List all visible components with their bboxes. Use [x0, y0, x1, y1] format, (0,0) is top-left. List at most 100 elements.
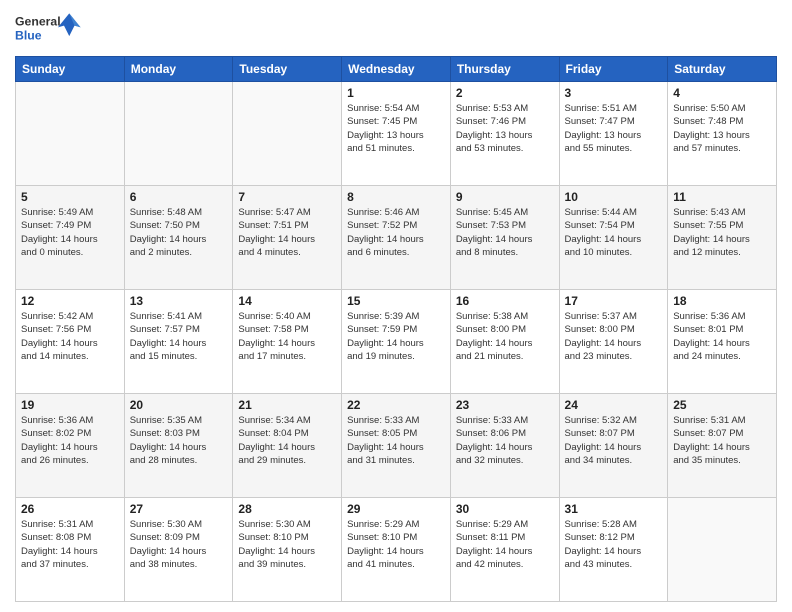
day-info: Sunrise: 5:45 AMSunset: 7:53 PMDaylight:…: [456, 206, 554, 259]
day-number: 1: [347, 86, 445, 100]
day-info: Sunrise: 5:50 AMSunset: 7:48 PMDaylight:…: [673, 102, 771, 155]
calendar-cell: 8Sunrise: 5:46 AMSunset: 7:52 PMDaylight…: [342, 186, 451, 290]
calendar-cell: 14 Sunrise: 5:40 AMSunset: 7:58 PMDayligh…: [233, 290, 342, 394]
day-number: 14: [238, 294, 336, 308]
day-number: 20: [130, 398, 228, 412]
calendar-cell: 30 Sunrise: 5:29 AMSunset: 8:11 PMDayligh…: [450, 498, 559, 602]
calendar-week-row: 26Sunrise: 5:31 AMSunset: 8:08 PMDayligh…: [16, 498, 777, 602]
day-number: 18: [673, 294, 771, 308]
day-info: Sunrise: 5:39 AMSunset: 7:59 PMDaylight:…: [347, 310, 445, 363]
day-number: 16: [456, 294, 554, 308]
day-number: 25: [673, 398, 771, 412]
calendar-cell: 16 Sunrise: 5:38 AMSunset: 8:00 PMDayligh…: [450, 290, 559, 394]
calendar-cell: 12 Sunrise: 5:42 AMSunset: 7:56 PMDayligh…: [16, 290, 125, 394]
day-info: Sunrise: 5:48 AMSunset: 7:50 PMDaylight:…: [130, 206, 228, 259]
calendar-cell: 21 Sunrise: 5:34 AMSunset: 8:04 PMDayligh…: [233, 394, 342, 498]
calendar-cell: 5 Sunrise: 5:49 AMSunset: 7:49 PMDaylight…: [16, 186, 125, 290]
day-info: Sunrise: 5:42 AMSunset: 7:56 PMDaylight:…: [21, 310, 119, 363]
day-info: Sunrise: 5:49 AMSunset: 7:49 PMDaylight:…: [21, 206, 119, 259]
calendar-cell: [668, 498, 777, 602]
day-info: Sunrise: 5:33 AMSunset: 8:06 PMDaylight:…: [456, 414, 554, 467]
weekday-header-friday: Friday: [559, 57, 668, 82]
day-info: Sunrise: 5:41 AMSunset: 7:57 PMDaylight:…: [130, 310, 228, 363]
calendar-week-row: 1 Sunrise: 5:54 AMSunset: 7:45 PMDaylight…: [16, 82, 777, 186]
day-number: 28: [238, 502, 336, 516]
calendar-cell: 24 Sunrise: 5:32 AMSunset: 8:07 PMDayligh…: [559, 394, 668, 498]
day-info: Sunrise: 5:30 AMSunset: 8:10 PMDaylight:…: [238, 518, 336, 571]
page: General Blue SundayMondayTuesdayWednesda…: [0, 0, 792, 612]
day-number: 27: [130, 502, 228, 516]
day-info: Sunrise: 5:43 AMSunset: 7:55 PMDaylight:…: [673, 206, 771, 259]
calendar-cell: 19Sunrise: 5:36 AMSunset: 8:02 PMDayligh…: [16, 394, 125, 498]
day-number: 15: [347, 294, 445, 308]
day-number: 26: [21, 502, 119, 516]
weekday-header-thursday: Thursday: [450, 57, 559, 82]
logo: General Blue: [15, 10, 85, 50]
day-info: Sunrise: 5:40 AMSunset: 7:58 PMDaylight:…: [238, 310, 336, 363]
header: General Blue: [15, 10, 777, 50]
day-info: Sunrise: 5:46 AMSunset: 7:52 PMDaylight:…: [347, 206, 445, 259]
calendar-cell: 2 Sunrise: 5:53 AMSunset: 7:46 PMDaylight…: [450, 82, 559, 186]
weekday-header-tuesday: Tuesday: [233, 57, 342, 82]
weekday-header-row: SundayMondayTuesdayWednesdayThursdayFrid…: [16, 57, 777, 82]
calendar-cell: [233, 82, 342, 186]
day-info: Sunrise: 5:34 AMSunset: 8:04 PMDaylight:…: [238, 414, 336, 467]
logo-svg: General Blue: [15, 10, 85, 50]
day-number: 6: [130, 190, 228, 204]
day-number: 11: [673, 190, 771, 204]
day-info: Sunrise: 5:53 AMSunset: 7:46 PMDaylight:…: [456, 102, 554, 155]
calendar-cell: 11 Sunrise: 5:43 AMSunset: 7:55 PMDayligh…: [668, 186, 777, 290]
calendar-cell: 6 Sunrise: 5:48 AMSunset: 7:50 PMDaylight…: [124, 186, 233, 290]
day-info: Sunrise: 5:51 AMSunset: 7:47 PMDaylight:…: [565, 102, 663, 155]
day-number: 3: [565, 86, 663, 100]
day-info: Sunrise: 5:38 AMSunset: 8:00 PMDaylight:…: [456, 310, 554, 363]
day-info: Sunrise: 5:36 AMSunset: 8:02 PMDaylight:…: [21, 414, 119, 467]
day-number: 21: [238, 398, 336, 412]
calendar-week-row: 19Sunrise: 5:36 AMSunset: 8:02 PMDayligh…: [16, 394, 777, 498]
day-number: 5: [21, 190, 119, 204]
calendar-week-row: 12 Sunrise: 5:42 AMSunset: 7:56 PMDayligh…: [16, 290, 777, 394]
svg-text:General: General: [15, 15, 61, 29]
calendar-cell: 20 Sunrise: 5:35 AMSunset: 8:03 PMDayligh…: [124, 394, 233, 498]
calendar-cell: 31 Sunrise: 5:28 AMSunset: 8:12 PMDayligh…: [559, 498, 668, 602]
day-info: Sunrise: 5:30 AMSunset: 8:09 PMDaylight:…: [130, 518, 228, 571]
day-info: Sunrise: 5:37 AMSunset: 8:00 PMDaylight:…: [565, 310, 663, 363]
calendar-cell: 4Sunrise: 5:50 AMSunset: 7:48 PMDaylight…: [668, 82, 777, 186]
day-number: 24: [565, 398, 663, 412]
calendar-cell: 9Sunrise: 5:45 AMSunset: 7:53 PMDaylight…: [450, 186, 559, 290]
day-info: Sunrise: 5:54 AMSunset: 7:45 PMDaylight:…: [347, 102, 445, 155]
calendar-cell: 1 Sunrise: 5:54 AMSunset: 7:45 PMDaylight…: [342, 82, 451, 186]
weekday-header-sunday: Sunday: [16, 57, 125, 82]
calendar-table: SundayMondayTuesdayWednesdayThursdayFrid…: [15, 56, 777, 602]
day-number: 12: [21, 294, 119, 308]
day-info: Sunrise: 5:29 AMSunset: 8:11 PMDaylight:…: [456, 518, 554, 571]
day-number: 13: [130, 294, 228, 308]
day-info: Sunrise: 5:29 AMSunset: 8:10 PMDaylight:…: [347, 518, 445, 571]
day-info: Sunrise: 5:47 AMSunset: 7:51 PMDaylight:…: [238, 206, 336, 259]
calendar-cell: 28 Sunrise: 5:30 AMSunset: 8:10 PMDayligh…: [233, 498, 342, 602]
day-info: Sunrise: 5:35 AMSunset: 8:03 PMDaylight:…: [130, 414, 228, 467]
day-info: Sunrise: 5:28 AMSunset: 8:12 PMDaylight:…: [565, 518, 663, 571]
day-number: 2: [456, 86, 554, 100]
day-number: 7: [238, 190, 336, 204]
calendar-week-row: 5 Sunrise: 5:49 AMSunset: 7:49 PMDaylight…: [16, 186, 777, 290]
svg-text:Blue: Blue: [15, 29, 42, 43]
calendar-cell: [124, 82, 233, 186]
calendar-cell: 23Sunrise: 5:33 AMSunset: 8:06 PMDayligh…: [450, 394, 559, 498]
day-number: 29: [347, 502, 445, 516]
day-info: Sunrise: 5:31 AMSunset: 8:07 PMDaylight:…: [673, 414, 771, 467]
calendar-cell: 7 Sunrise: 5:47 AMSunset: 7:51 PMDaylight…: [233, 186, 342, 290]
calendar-cell: 15 Sunrise: 5:39 AMSunset: 7:59 PMDayligh…: [342, 290, 451, 394]
day-number: 22: [347, 398, 445, 412]
day-info: Sunrise: 5:33 AMSunset: 8:05 PMDaylight:…: [347, 414, 445, 467]
calendar-cell: 13 Sunrise: 5:41 AMSunset: 7:57 PMDayligh…: [124, 290, 233, 394]
calendar-cell: 25 Sunrise: 5:31 AMSunset: 8:07 PMDayligh…: [668, 394, 777, 498]
day-info: Sunrise: 5:44 AMSunset: 7:54 PMDaylight:…: [565, 206, 663, 259]
calendar-cell: 17Sunrise: 5:37 AMSunset: 8:00 PMDayligh…: [559, 290, 668, 394]
calendar-cell: 3 Sunrise: 5:51 AMSunset: 7:47 PMDaylight…: [559, 82, 668, 186]
day-number: 31: [565, 502, 663, 516]
day-number: 30: [456, 502, 554, 516]
day-info: Sunrise: 5:32 AMSunset: 8:07 PMDaylight:…: [565, 414, 663, 467]
weekday-header-saturday: Saturday: [668, 57, 777, 82]
day-info: Sunrise: 5:36 AMSunset: 8:01 PMDaylight:…: [673, 310, 771, 363]
